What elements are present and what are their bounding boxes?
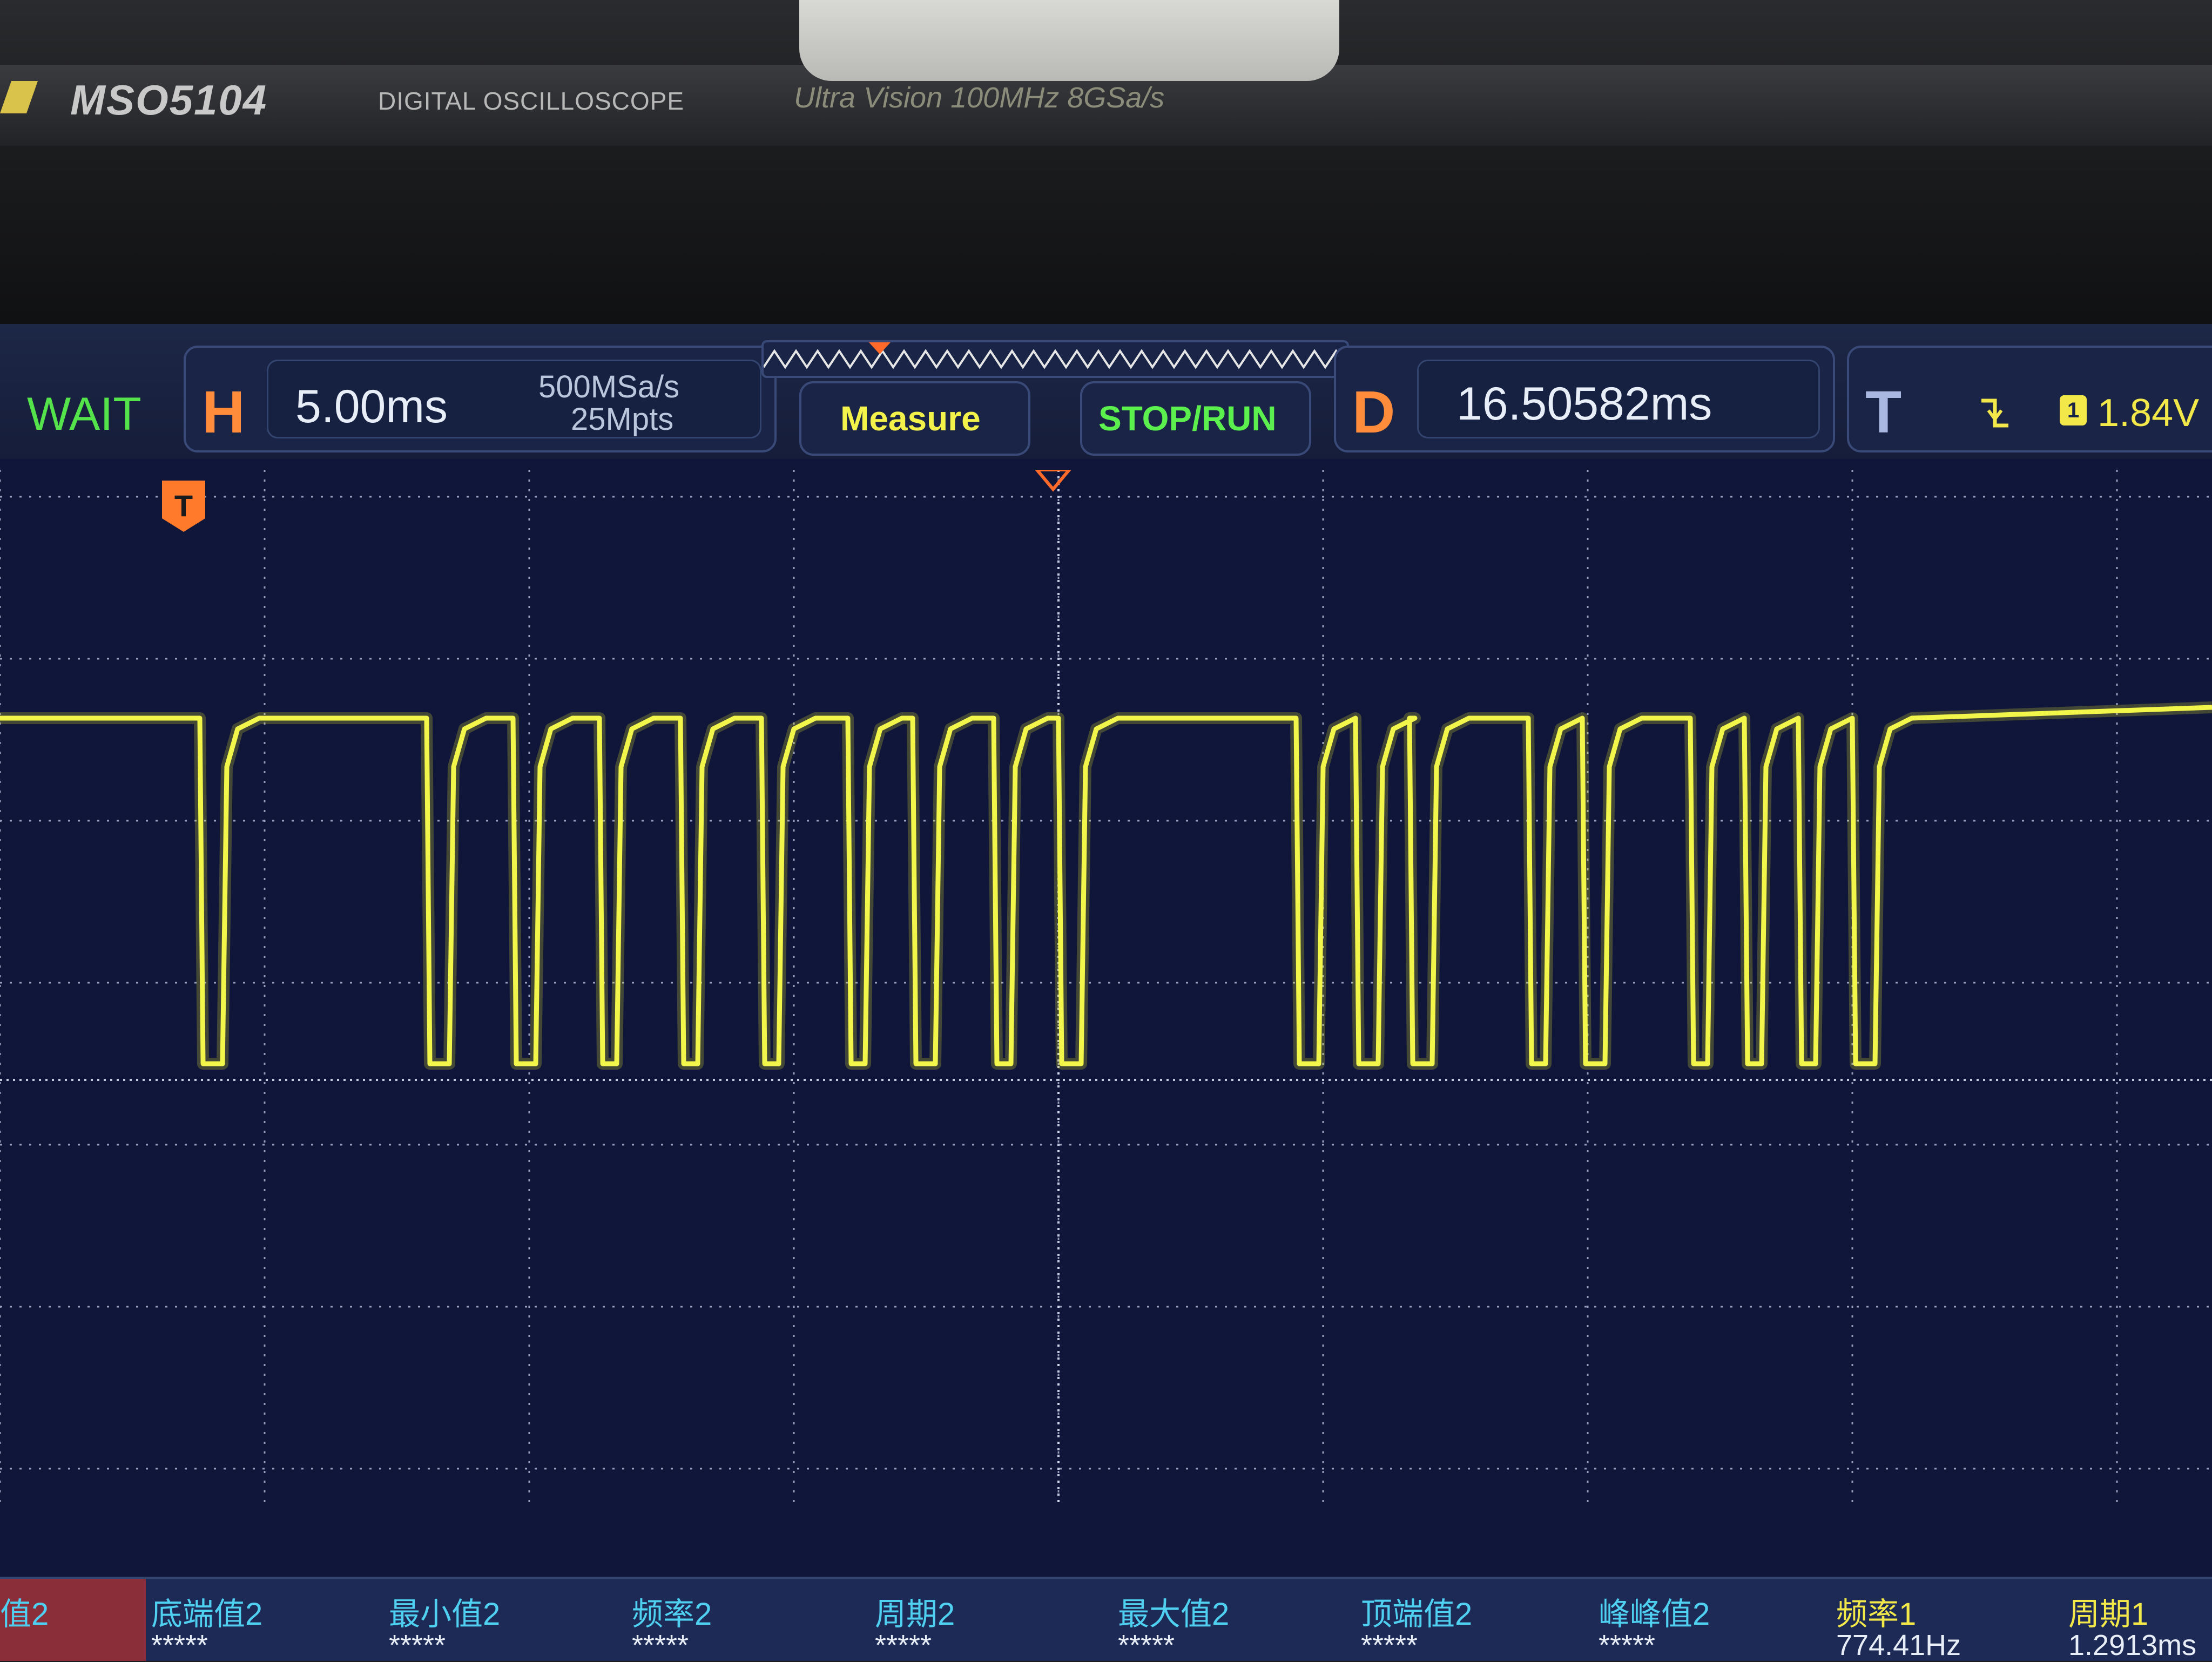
device-model: MSO5104 bbox=[70, 76, 268, 124]
falling-edge-trigger-icon bbox=[1981, 398, 2008, 428]
timebase-box: 5.00ms 500MSa/s 25Mpts bbox=[267, 360, 761, 438]
measurement-label: 底端值2 bbox=[151, 1597, 263, 1632]
measurement-item[interactable]: 值2 bbox=[0, 1579, 146, 1661]
waveform-graticule: T bbox=[0, 468, 2212, 1506]
status-bar: WAIT H 5.00ms 500MSa/s 25Mpts Measure ST… bbox=[0, 324, 2212, 459]
delay-panel[interactable]: D 16.50582ms bbox=[1334, 346, 1835, 452]
memory-position-marker-icon bbox=[869, 342, 891, 354]
measurement-value: 1.2913ms bbox=[2068, 1629, 2197, 1661]
timebase-value: 5.00ms bbox=[295, 381, 448, 433]
memory-waveform-preview bbox=[764, 349, 1347, 369]
measurement-value: ***** bbox=[389, 1629, 446, 1661]
oscilloscope-screen: WAIT H 5.00ms 500MSa/s 25Mpts Measure ST… bbox=[0, 324, 2212, 1661]
measurement-label: 周期1 bbox=[2068, 1597, 2149, 1632]
timebase-label: H bbox=[202, 379, 245, 445]
device-description: DIGITAL OSCILLOSCOPE bbox=[378, 87, 685, 115]
measure-button-label: Measure bbox=[840, 399, 981, 438]
measurement-label: 频率2 bbox=[632, 1597, 712, 1632]
run-state: WAIT bbox=[27, 388, 141, 440]
trigger-position-marker-icon bbox=[1033, 468, 1073, 492]
stop-run-button-label: STOP/RUN bbox=[1098, 399, 1277, 438]
trigger-channel-badge: 1 bbox=[2060, 395, 2087, 425]
measurement-label: 顶端值2 bbox=[1361, 1597, 1473, 1632]
measurement-value: ***** bbox=[1361, 1629, 1418, 1661]
measurement-value: ***** bbox=[1118, 1629, 1175, 1661]
stop-run-button[interactable]: STOP/RUN bbox=[1080, 381, 1311, 456]
measurement-label: 周期2 bbox=[875, 1597, 955, 1632]
measurement-label: 值2 bbox=[0, 1597, 49, 1632]
measurement-label: 峰峰值2 bbox=[1599, 1597, 1710, 1632]
sample-rate: 500MSa/s bbox=[538, 369, 680, 404]
trigger-panel[interactable]: T 1 1.84V bbox=[1847, 346, 2212, 452]
delay-label: D bbox=[1352, 379, 1395, 445]
measurement-value: ***** bbox=[875, 1629, 932, 1661]
measurement-label: 最大值2 bbox=[1118, 1597, 1230, 1632]
measure-button[interactable]: Measure bbox=[799, 381, 1030, 456]
timebase-panel[interactable]: H 5.00ms 500MSa/s 25Mpts bbox=[184, 346, 777, 452]
trigger-level: 1.84V bbox=[2098, 391, 2200, 435]
probe-clip bbox=[799, 0, 1339, 81]
trigger-label: T bbox=[1865, 379, 1902, 445]
memory-depth: 25Mpts bbox=[571, 402, 674, 437]
measurement-label: 最小值2 bbox=[389, 1597, 501, 1632]
trigger-marker-label: T bbox=[174, 489, 193, 523]
waveform-display[interactable]: T bbox=[0, 468, 2212, 1506]
measurement-value: 774.41Hz bbox=[1836, 1629, 1961, 1661]
delay-value: 16.50582ms bbox=[1456, 378, 1712, 430]
measurement-value: ***** bbox=[1599, 1629, 1656, 1661]
delay-box: 16.50582ms bbox=[1417, 360, 1820, 438]
measurement-value: ***** bbox=[632, 1629, 689, 1661]
measurement-label: 频率1 bbox=[1836, 1597, 1917, 1632]
measurement-value: ***** bbox=[151, 1629, 208, 1661]
trigger-marker-icon: T bbox=[162, 481, 205, 532]
memory-position-bar[interactable] bbox=[761, 340, 1349, 378]
device-series: Ultra Vision 100MHz 8GSa/s bbox=[794, 82, 1165, 114]
measurement-bar: 值2 底端值2 ***** 最小值2 ***** 频率2 ***** 周期2 ***** 最大值2… bbox=[0, 1577, 2212, 1661]
